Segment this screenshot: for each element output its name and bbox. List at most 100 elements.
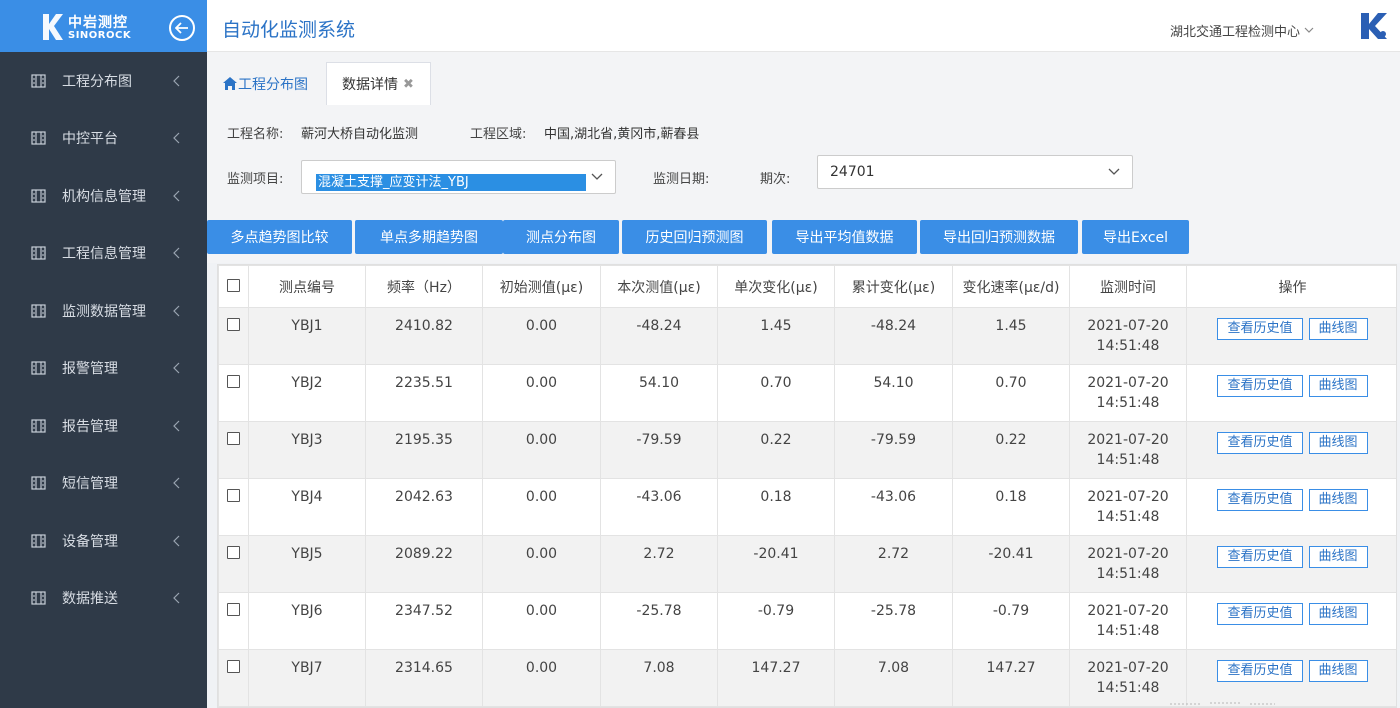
period-label: 期次:	[760, 172, 791, 187]
grid-icon	[31, 304, 46, 318]
sidebar-item[interactable]: 监测数据管理	[0, 282, 207, 340]
tab-data-detail[interactable]: 数据详情 ✖	[326, 62, 431, 105]
sidebar-item[interactable]: 工程信息管理	[0, 225, 207, 283]
cell-time: 2021-07-20 14:51:48	[1069, 421, 1187, 479]
view-history-button[interactable]: 查看历史值	[1217, 375, 1303, 397]
curve-chart-button[interactable]: 曲线图	[1308, 489, 1368, 511]
curve-chart-button[interactable]: 曲线图	[1308, 546, 1368, 568]
grid-icon	[31, 534, 46, 548]
sidebar: 中岩测控 SINOROCK 工程分布图 中控平台 机构信息管理 工程信息管理 监测数据管…	[0, 0, 207, 708]
row-select-cell	[218, 364, 249, 422]
view-history-button[interactable]: 查看历史值	[1217, 546, 1303, 568]
cell-operations: 查看历史值 曲线图	[1186, 535, 1396, 593]
action-button[interactable]: 导出回归预测数据	[920, 220, 1078, 254]
cell-single: -0.79	[717, 592, 835, 650]
cell-date-text: 2021-07-20	[1087, 660, 1169, 676]
curve-chart-button[interactable]: 曲线图	[1308, 660, 1368, 682]
curve-chart-button[interactable]: 曲线图	[1308, 432, 1368, 454]
curve-chart-button[interactable]: 曲线图	[1308, 318, 1368, 340]
app-root: 中岩测控 SINOROCK 工程分布图 中控平台 机构信息管理 工程信息管理 监测数据管…	[0, 0, 1400, 708]
grid-icon	[31, 591, 46, 605]
monitor-item-label: 监测项目:	[227, 172, 284, 187]
action-button[interactable]: 历史回归预测图	[622, 220, 767, 254]
cell-single: -20.41	[717, 535, 835, 593]
row-checkbox[interactable]	[227, 375, 240, 388]
curve-chart-button[interactable]: 曲线图	[1308, 375, 1368, 397]
sidebar-item[interactable]: 数据推送	[0, 570, 207, 628]
view-history-button[interactable]: 查看历史值	[1217, 603, 1303, 625]
table-row: YBJ5 2089.22 0.00 2.72 -20.41 2.72 -20.41 2021-…	[218, 535, 1396, 593]
cell-freq: 2410.82	[365, 307, 483, 365]
cell-init: 0.00	[482, 478, 601, 536]
project-region-label: 工程区域:	[470, 127, 527, 142]
action-button[interactable]: 导出平均值数据	[772, 220, 917, 254]
close-icon[interactable]: ✖	[403, 77, 414, 92]
action-button[interactable]: 多点趋势图比较	[207, 220, 352, 254]
table-row: YBJ6 2347.52 0.00 -25.78 -0.79 -25.78 -0.79 202…	[218, 592, 1396, 650]
cell-time-text: 14:51:48	[1096, 509, 1160, 525]
tab-home[interactable]: 工程分布图	[222, 62, 308, 105]
company-logo-icon	[1361, 13, 1387, 39]
column-header: 变化速率(με/d)	[952, 265, 1070, 308]
org-dropdown[interactable]: 湖北交通工程检测中心	[1170, 21, 1314, 40]
action-button[interactable]: 测点分布图	[503, 220, 619, 254]
row-checkbox[interactable]	[227, 489, 240, 502]
cell-time-text: 14:51:48	[1096, 680, 1160, 696]
collapse-sidebar-button[interactable]	[169, 15, 195, 41]
view-history-button[interactable]: 查看历史值	[1217, 318, 1303, 340]
view-history-button[interactable]: 查看历史值	[1217, 489, 1303, 511]
view-history-button[interactable]: 查看历史值	[1217, 660, 1303, 682]
grid-icon	[31, 419, 46, 433]
chevron-left-icon	[173, 305, 180, 317]
scroll-indicator	[1170, 702, 1275, 705]
chevron-down-icon	[1108, 168, 1120, 175]
sidebar-item[interactable]: 短信管理	[0, 455, 207, 513]
view-history-button[interactable]: 查看历史值	[1217, 432, 1303, 454]
grid-icon	[31, 476, 46, 490]
cell-cur: 2.72	[600, 535, 718, 593]
period-select[interactable]: 24701	[817, 155, 1133, 189]
table-row: YBJ3 2195.35 0.00 -79.59 0.22 -79.59 0.22 2021-…	[218, 421, 1396, 479]
row-checkbox[interactable]	[227, 660, 240, 673]
cell-id: YBJ7	[248, 649, 366, 707]
app-title: 自动化监测系统	[222, 19, 356, 41]
sidebar-item-label: 短信管理	[62, 476, 118, 493]
cell-id: YBJ2	[248, 364, 366, 422]
sidebar-item[interactable]: 中控平台	[0, 110, 207, 168]
cell-id: YBJ6	[248, 592, 366, 650]
project-name-value: 蕲河大桥自动化监测	[301, 127, 419, 142]
arrow-left-icon	[175, 22, 188, 34]
cell-cur: -43.06	[600, 478, 718, 536]
cell-date-text: 2021-07-20	[1087, 318, 1169, 334]
cell-single: 0.22	[717, 421, 835, 479]
chevron-left-icon	[173, 420, 180, 432]
row-checkbox[interactable]	[227, 318, 240, 331]
sidebar-item[interactable]: 工程分布图	[0, 52, 207, 110]
monitor-item-select[interactable]: 混凝土支撑_应变计法_YBJ	[301, 160, 616, 194]
chevron-down-icon	[1304, 27, 1314, 33]
select-all-cell	[218, 265, 249, 308]
sidebar-item[interactable]: 设备管理	[0, 512, 207, 570]
cell-id: YBJ3	[248, 421, 366, 479]
cell-time: 2021-07-20 14:51:48	[1069, 307, 1187, 365]
action-button[interactable]: 单点多期趋势图	[355, 220, 503, 254]
curve-chart-button[interactable]: 曲线图	[1308, 603, 1368, 625]
row-checkbox[interactable]	[227, 546, 240, 559]
cell-total: -43.06	[834, 478, 953, 536]
cell-time: 2021-07-20 14:51:48	[1069, 649, 1187, 707]
row-checkbox[interactable]	[227, 432, 240, 445]
action-button[interactable]: 导出Excel	[1082, 220, 1189, 254]
sidebar-item-label: 设备管理	[62, 533, 118, 550]
cell-init: 0.00	[482, 307, 601, 365]
chevron-left-icon	[173, 535, 180, 547]
row-select-cell	[218, 478, 249, 536]
sidebar-item[interactable]: 机构信息管理	[0, 167, 207, 225]
table-row: YBJ4 2042.63 0.00 -43.06 0.18 -43.06 0.18 2021-…	[218, 478, 1396, 536]
chevron-left-icon	[173, 132, 180, 144]
cell-operations: 查看历史值 曲线图	[1186, 592, 1396, 650]
sidebar-item[interactable]: 报警管理	[0, 340, 207, 398]
select-all-checkbox[interactable]	[227, 279, 240, 292]
sidebar-item[interactable]: 报告管理	[0, 397, 207, 455]
row-checkbox[interactable]	[227, 603, 240, 616]
chevron-left-icon	[173, 477, 180, 489]
